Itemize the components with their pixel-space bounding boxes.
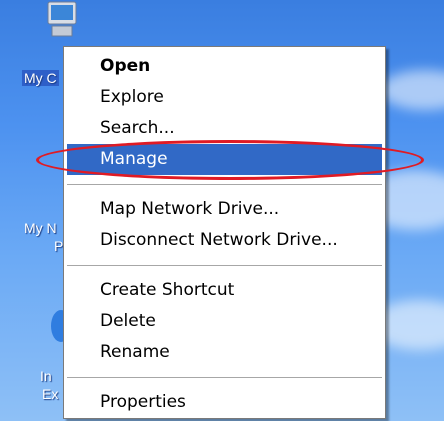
desktop-label-my-computer: My C (22, 70, 59, 86)
menu-item-map-network-drive[interactable]: Map Network Drive... (64, 194, 385, 225)
menu-item-disconnect-network-drive[interactable]: Disconnect Network Drive... (64, 225, 385, 256)
desktop-label-ie-2: Ex (42, 386, 59, 402)
menu-item-explore[interactable]: Explore (64, 82, 385, 113)
desktop-label-network-2: P (54, 238, 64, 254)
menu-separator (67, 377, 382, 378)
desktop-icon-my-computer[interactable] (30, 0, 94, 46)
menu-item-search[interactable]: Search... (64, 113, 385, 144)
context-menu: Open Explore Search... Manage Map Networ… (63, 46, 386, 419)
menu-item-open[interactable]: Open (64, 51, 385, 82)
menu-separator (67, 265, 382, 266)
menu-item-delete[interactable]: Delete (64, 306, 385, 337)
menu-item-manage[interactable]: Manage (67, 144, 382, 175)
desktop-label-ie: In (40, 368, 52, 384)
menu-item-properties[interactable]: Properties (64, 387, 385, 418)
menu-item-rename[interactable]: Rename (64, 337, 385, 368)
my-computer-icon (47, 1, 77, 37)
desktop-label-network: My N (24, 220, 57, 236)
menu-separator (67, 184, 382, 185)
menu-item-create-shortcut[interactable]: Create Shortcut (64, 275, 385, 306)
